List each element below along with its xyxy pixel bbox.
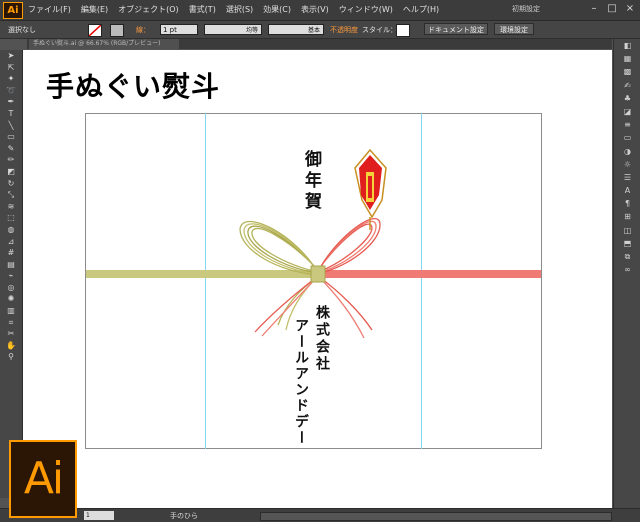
greeting-text: 御年賀	[301, 150, 321, 213]
mizuhiki-left-band	[86, 270, 318, 278]
company-name-line2: アールアンドデー	[293, 318, 309, 446]
mizuhiki-knot	[310, 265, 326, 283]
app-logo-large: Ai	[9, 440, 77, 518]
noshi-cord-graphic	[86, 148, 541, 339]
noshi-ornament	[354, 148, 387, 230]
company-name-line1: 株式会社	[314, 305, 330, 373]
mizuhiki-right-band	[318, 270, 541, 278]
